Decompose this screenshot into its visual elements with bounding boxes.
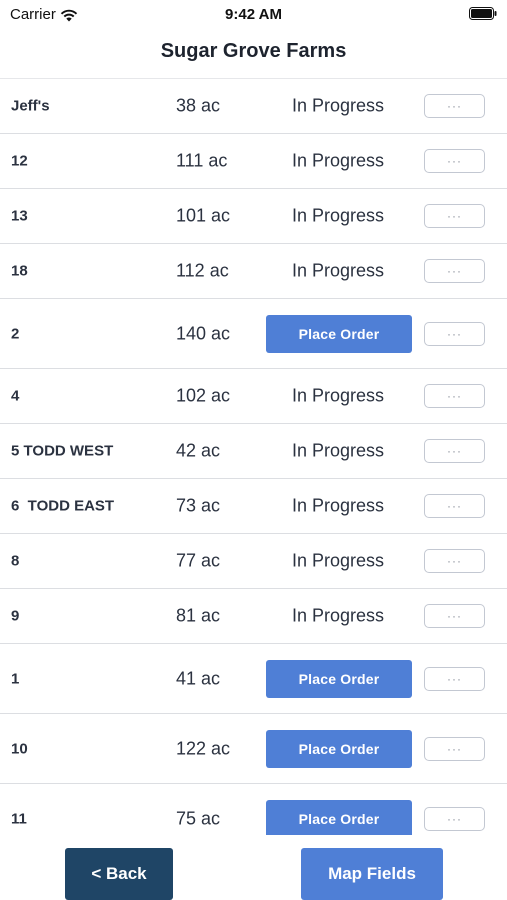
field-acres: 81 ac — [176, 605, 221, 626]
field-row[interactable]: 5 TODD WEST 42 ac In Progress ··· — [0, 424, 507, 479]
field-acres: 42 ac — [176, 440, 221, 461]
field-row[interactable]: 4 102 ac In Progress ··· — [0, 369, 507, 424]
back-button[interactable]: < Back — [65, 848, 173, 900]
ellipsis-icon: ··· — [447, 389, 462, 403]
field-row[interactable]: 10 122 ac Place Order ··· — [0, 714, 507, 784]
field-row[interactable]: 2 140 ac Place Order ··· — [0, 299, 507, 369]
field-list[interactable]: Jeff's 38 ac In Progress ··· 12 111 ac In Prog… — [0, 79, 507, 835]
field-status: In Progress — [292, 550, 385, 571]
field-row[interactable]: 13 101 ac In Progress ··· — [0, 189, 507, 244]
more-options-button[interactable]: ··· — [424, 204, 485, 228]
field-row[interactable]: 6 TODD EAST 73 ac In Progress ··· — [0, 479, 507, 534]
field-name: 10 — [11, 740, 28, 757]
field-status: In Progress — [292, 495, 385, 516]
footer-bar: < Back Map Fields — [0, 835, 507, 900]
field-name: 2 — [11, 325, 20, 342]
field-status: In Progress — [292, 260, 385, 281]
field-row[interactable]: 8 77 ac In Progress ··· — [0, 534, 507, 589]
field-status: In Progress — [292, 385, 385, 406]
field-row[interactable]: 9 81 ac In Progress ··· — [0, 589, 507, 644]
field-name: 11 — [11, 810, 27, 827]
app-screen: Carrier 9:42 AM Sugar Grove Farms Jeff's… — [0, 0, 507, 900]
more-options-button[interactable]: ··· — [424, 736, 485, 761]
more-options-button[interactable]: ··· — [424, 604, 485, 628]
field-name: 6 TODD EAST — [11, 497, 115, 515]
field-status: In Progress — [292, 440, 385, 461]
ellipsis-icon: ··· — [447, 499, 462, 513]
ellipsis-icon: ··· — [447, 554, 462, 568]
field-row[interactable]: Jeff's 38 ac In Progress ··· — [0, 79, 507, 134]
field-name: 4 — [11, 387, 20, 405]
field-acres: 75 ac — [176, 808, 221, 828]
page-title: Sugar Grove Farms — [160, 40, 347, 62]
ellipsis-icon: ··· — [447, 326, 462, 341]
field-acres: 77 ac — [176, 550, 221, 571]
field-row[interactable]: 18 112 ac In Progress ··· — [0, 244, 507, 299]
field-name: 5 TODD WEST — [11, 442, 114, 460]
field-name: Jeff's — [11, 97, 50, 115]
status-bar: Carrier 9:42 AM — [0, 0, 507, 28]
field-acres: 112 ac — [176, 260, 229, 281]
field-acres: 140 ac — [176, 323, 231, 343]
field-status: In Progress — [292, 605, 385, 626]
battery-icon — [469, 7, 497, 20]
field-acres: 122 ac — [176, 738, 231, 758]
field-row[interactable]: 12 111 ac In Progress ··· — [0, 134, 507, 189]
more-options-button[interactable]: ··· — [424, 439, 485, 463]
field-acres: 102 ac — [176, 385, 231, 406]
field-name: 12 — [11, 152, 28, 170]
ellipsis-icon: ··· — [447, 209, 462, 223]
field-status: In Progress — [292, 95, 385, 116]
map-fields-button[interactable]: Map Fields — [301, 848, 443, 900]
ellipsis-icon: ··· — [447, 444, 462, 458]
ellipsis-icon: ··· — [447, 811, 462, 826]
ellipsis-icon: ··· — [447, 99, 462, 113]
field-status: In Progress — [292, 205, 385, 226]
more-options-button[interactable]: ··· — [424, 494, 485, 518]
field-name: 13 — [11, 207, 28, 225]
ellipsis-icon: ··· — [447, 609, 462, 623]
more-options-button[interactable]: ··· — [424, 321, 485, 346]
ellipsis-icon: ··· — [447, 671, 462, 686]
ellipsis-icon: ··· — [447, 741, 462, 756]
field-name: 8 — [11, 552, 20, 570]
more-options-button[interactable]: ··· — [424, 549, 485, 573]
place-order-button[interactable]: Place Order — [266, 799, 412, 835]
place-order-button[interactable]: Place Order — [266, 729, 412, 768]
more-options-button[interactable]: ··· — [424, 384, 485, 408]
more-options-button[interactable]: ··· — [424, 94, 485, 118]
more-options-button[interactable]: ··· — [424, 666, 485, 691]
field-acres: 38 ac — [176, 95, 221, 116]
field-acres: 111 ac — [176, 150, 228, 171]
field-status: In Progress — [292, 150, 385, 171]
field-acres: 101 ac — [176, 205, 231, 226]
place-order-button[interactable]: Place Order — [266, 659, 412, 698]
field-row[interactable]: 1 41 ac Place Order ··· — [0, 644, 507, 714]
more-options-button[interactable]: ··· — [424, 149, 485, 173]
field-name: 9 — [11, 607, 20, 625]
field-acres: 73 ac — [176, 495, 221, 516]
field-row[interactable]: 11 75 ac Place Order ··· — [0, 784, 507, 835]
ellipsis-icon: ··· — [447, 154, 462, 168]
more-options-button[interactable]: ··· — [424, 259, 485, 283]
field-name: 18 — [11, 262, 28, 280]
field-name: 1 — [11, 670, 20, 687]
field-acres: 41 ac — [176, 668, 221, 688]
more-options-button[interactable]: ··· — [424, 806, 485, 831]
ellipsis-icon: ··· — [447, 264, 462, 278]
place-order-button[interactable]: Place Order — [266, 314, 412, 353]
status-time: 9:42 AM — [225, 6, 282, 23]
